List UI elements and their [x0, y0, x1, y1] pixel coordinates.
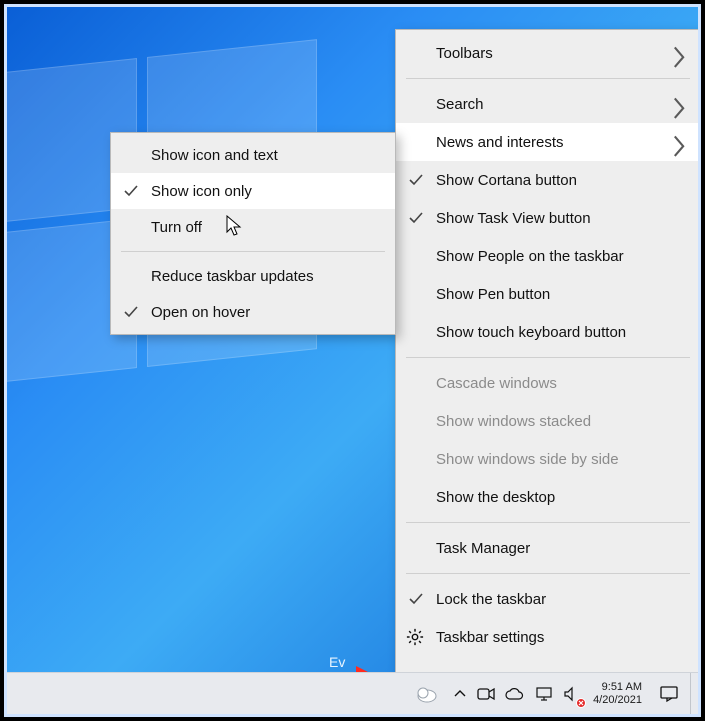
- check-icon: [408, 210, 424, 226]
- clock-time: 9:51 AM: [602, 681, 642, 694]
- menu-item-label: News and interests: [436, 134, 564, 151]
- menu-item-task-manager[interactable]: Task Manager: [396, 529, 700, 567]
- tray-network-icon[interactable]: [531, 673, 557, 714]
- menu-item-label: Show icon only: [151, 183, 252, 200]
- menu-item-show-windows-side-by-side: Show windows side by side: [396, 440, 700, 478]
- menu-item-label: Taskbar settings: [436, 629, 544, 646]
- clock-date: 4/20/2021: [593, 694, 642, 707]
- tray-weather-icon[interactable]: [411, 673, 447, 714]
- menu-item-search[interactable]: Search: [396, 85, 700, 123]
- taskbar[interactable]: 9:51 AM 4/20/2021: [7, 672, 698, 714]
- menu-item-label: Toolbars: [436, 45, 493, 62]
- menu-item-label: Reduce taskbar updates: [151, 268, 314, 285]
- menu-item-label: Show Task View button: [436, 210, 591, 227]
- news-and-interests-submenu: Show icon and text Show icon only Turn o…: [110, 132, 396, 335]
- tray-clock[interactable]: 9:51 AM 4/20/2021: [587, 673, 648, 714]
- menu-item-label: Show People on the taskbar: [436, 248, 624, 265]
- chevron-right-icon: [672, 135, 686, 149]
- menu-item-label: Cascade windows: [436, 375, 557, 392]
- check-icon: [408, 172, 424, 188]
- check-icon: [408, 591, 424, 607]
- submenu-item-open-on-hover[interactable]: Open on hover: [111, 294, 395, 330]
- menu-separator: [406, 573, 690, 574]
- menu-item-label: Task Manager: [436, 540, 530, 557]
- submenu-item-turn-off[interactable]: Turn off: [111, 209, 395, 245]
- tray-onedrive-icon[interactable]: [501, 673, 529, 714]
- tray-meet-now-icon[interactable]: [473, 673, 499, 714]
- submenu-item-reduce-taskbar-updates[interactable]: Reduce taskbar updates: [111, 258, 395, 294]
- menu-item-label: Open on hover: [151, 304, 250, 321]
- menu-item-toolbars[interactable]: Toolbars: [396, 34, 700, 72]
- menu-item-show-task-view-button[interactable]: Show Task View button: [396, 199, 700, 237]
- chevron-right-icon: [672, 97, 686, 111]
- menu-item-show-touch-keyboard[interactable]: Show touch keyboard button: [396, 313, 700, 351]
- menu-item-label: Show Pen button: [436, 286, 550, 303]
- menu-item-show-the-desktop[interactable]: Show the desktop: [396, 478, 700, 516]
- menu-item-label: Show windows side by side: [436, 451, 619, 468]
- system-tray: 9:51 AM 4/20/2021: [411, 673, 698, 714]
- menu-item-label: Lock the taskbar: [436, 591, 546, 608]
- chevron-right-icon: [672, 46, 686, 60]
- menu-item-lock-the-taskbar[interactable]: Lock the taskbar: [396, 580, 700, 618]
- menu-separator: [406, 78, 690, 79]
- submenu-item-show-icon-only[interactable]: Show icon only: [111, 173, 395, 209]
- desktop-watermark-fragment: Ev: [329, 654, 345, 670]
- check-icon: [123, 304, 139, 320]
- menu-separator: [406, 522, 690, 523]
- menu-item-show-pen-button[interactable]: Show Pen button: [396, 275, 700, 313]
- menu-separator: [121, 251, 385, 252]
- menu-item-cascade-windows: Cascade windows: [396, 364, 700, 402]
- menu-item-news-and-interests[interactable]: News and interests: [396, 123, 700, 161]
- menu-item-label: Show windows stacked: [436, 413, 591, 430]
- menu-item-show-cortana-button[interactable]: Show Cortana button: [396, 161, 700, 199]
- menu-item-label: Search: [436, 96, 484, 113]
- menu-item-show-windows-stacked: Show windows stacked: [396, 402, 700, 440]
- menu-item-label: Show touch keyboard button: [436, 324, 626, 341]
- menu-item-label: Turn off: [151, 219, 202, 236]
- gear-icon: [406, 628, 424, 646]
- menu-item-label: Show Cortana button: [436, 172, 577, 189]
- menu-item-show-people[interactable]: Show People on the taskbar: [396, 237, 700, 275]
- menu-item-label: Show icon and text: [151, 147, 278, 164]
- tray-volume-icon[interactable]: [559, 673, 585, 714]
- tray-action-center-icon[interactable]: [650, 673, 688, 714]
- submenu-item-show-icon-and-text[interactable]: Show icon and text: [111, 137, 395, 173]
- tray-overflow-chevron-icon[interactable]: [449, 673, 471, 714]
- menu-item-label: Show the desktop: [436, 489, 555, 506]
- menu-separator: [406, 357, 690, 358]
- check-icon: [123, 183, 139, 199]
- taskbar-context-menu: Toolbars Search News and interests Show …: [395, 29, 701, 677]
- show-desktop-button[interactable]: [690, 673, 696, 714]
- menu-item-taskbar-settings[interactable]: Taskbar settings: [396, 618, 700, 656]
